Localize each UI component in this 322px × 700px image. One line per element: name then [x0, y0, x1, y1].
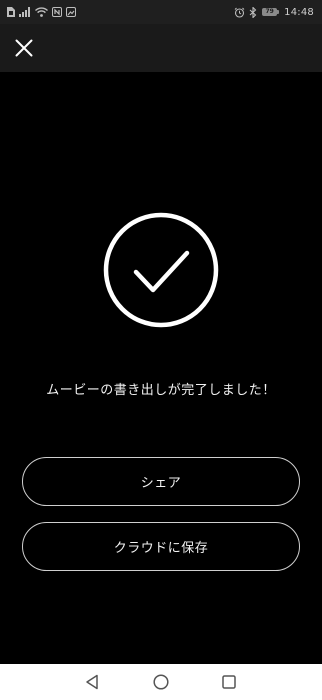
home-icon: [153, 674, 169, 690]
nfc-icon: [52, 7, 62, 17]
share-button[interactable]: シェア: [22, 457, 300, 506]
close-button[interactable]: [8, 32, 40, 64]
battery-icon: 79: [262, 8, 280, 16]
completion-message: ムービーの書き出しが完了しました！: [46, 383, 276, 398]
nav-recent-button[interactable]: [209, 664, 249, 700]
check-circle-icon: [103, 212, 219, 328]
nav-home-button[interactable]: [141, 664, 181, 700]
nav-back-button[interactable]: [72, 664, 112, 700]
photo-notification-icon: [66, 7, 76, 17]
status-bar: 79 14:48: [0, 0, 322, 24]
app-bar: [0, 24, 322, 72]
status-left-icons: [6, 0, 80, 24]
wifi-icon: [35, 7, 48, 17]
back-icon: [86, 674, 98, 690]
navigation-bar: [0, 664, 322, 700]
status-time: 14:48: [284, 6, 314, 18]
sim-icon: [6, 7, 15, 17]
alarm-icon: [234, 7, 245, 18]
cloud-save-button[interactable]: クラウドに保存: [22, 522, 300, 571]
bluetooth-icon: [249, 6, 257, 18]
recent-apps-icon: [222, 675, 236, 689]
status-right-icons: 79 14:48: [230, 0, 314, 24]
battery-level: 79: [262, 8, 278, 16]
signal-icon: [19, 7, 31, 17]
close-icon: [15, 39, 33, 57]
